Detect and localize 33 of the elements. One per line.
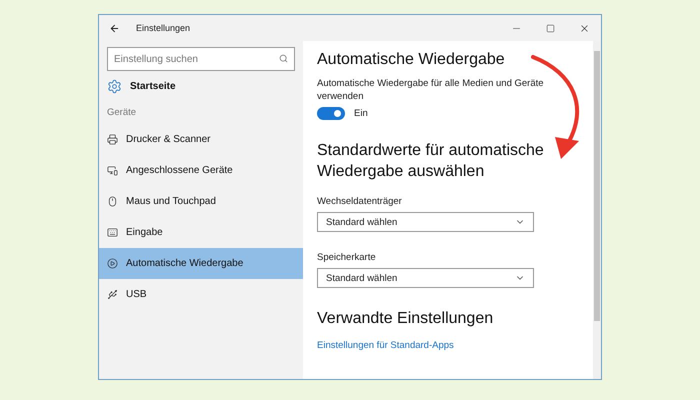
section-heading: Standardwerte für automatische Wiedergabe auswählen (317, 141, 545, 182)
dropdown-label: Wechseldatenträger (317, 196, 402, 207)
close-icon (578, 22, 590, 34)
mouse-icon (107, 196, 118, 207)
printer-icon (107, 134, 118, 145)
sidebar-item[interactable]: Angeschlossene Geräte (99, 155, 303, 186)
dropdown[interactable]: Standard wählen (317, 212, 534, 232)
devices-icon (107, 165, 118, 176)
search-icon (279, 54, 288, 63)
play-icon (107, 258, 118, 269)
toggle-switch[interactable] (317, 107, 345, 120)
sidebar-item[interactable]: USB (99, 279, 303, 310)
dropdown-label: Speicherkarte (317, 252, 376, 263)
window-title: Einstellungen (136, 23, 190, 33)
settings-link[interactable]: Einstellungen für Standard-Apps (317, 340, 454, 351)
home-link[interactable]: Startseite (130, 80, 176, 92)
section-label: Geräte (106, 106, 138, 120)
maximize-icon (546, 24, 554, 32)
section-heading: Verwandte Einstellungen (317, 310, 494, 328)
usb-icon (107, 289, 118, 300)
gear-icon (107, 78, 122, 94)
dropdown[interactable]: Standard wählen (317, 268, 534, 288)
sidebar-item[interactable]: Eingabe (99, 217, 303, 248)
setting-description: Automatische Wiedergabe für alle Medien und Geräte verwenden (317, 77, 545, 103)
toggle-label: Ein (354, 108, 368, 119)
page-title: Automatische Wiedergabe (317, 51, 505, 69)
keyboard-icon (107, 227, 118, 238)
search-field[interactable]: Einstellung suchen (107, 47, 295, 71)
sidebar-item[interactable]: Maus und Touchpad (99, 186, 303, 217)
scrollbar-thumb[interactable] (594, 51, 600, 321)
sidebar-item[interactable]: Drucker & Scanner (99, 124, 303, 155)
sidebar-item[interactable]: Automatische Wiedergabe (99, 248, 303, 279)
back-icon[interactable] (109, 22, 120, 34)
